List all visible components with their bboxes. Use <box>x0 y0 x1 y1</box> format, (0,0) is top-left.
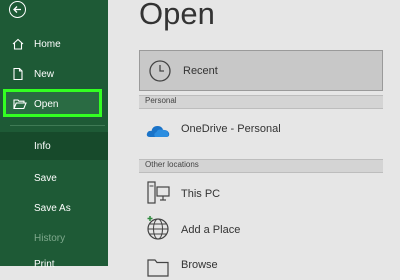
new-document-icon <box>13 67 23 81</box>
location-browse[interactable]: Browse <box>139 250 383 280</box>
sidebar-item-home[interactable]: Home <box>0 32 108 56</box>
sidebar-item-open[interactable]: Open <box>3 89 102 117</box>
sidebar-item-history[interactable]: History <box>0 226 108 250</box>
section-header-label: Personal <box>145 96 177 105</box>
sidebar-item-label: Print <box>34 258 55 270</box>
section-header-personal: Personal <box>139 95 383 109</box>
location-label: Browse <box>181 259 218 271</box>
section-header-other-locations: Other locations <box>139 159 383 173</box>
sidebar-item-label: Open <box>34 99 59 110</box>
folder-open-icon <box>13 99 27 110</box>
sidebar-item-info[interactable]: Info <box>0 134 108 158</box>
back-arrow-icon[interactable] <box>9 1 26 18</box>
onedrive-cloud-icon <box>146 126 170 137</box>
sidebar-item-label: Save <box>34 172 57 184</box>
location-this-pc[interactable]: This PC <box>139 179 383 209</box>
sidebar-item-save-as[interactable]: Save As <box>0 196 108 220</box>
location-label: Recent <box>183 65 218 77</box>
computer-icon <box>147 181 170 204</box>
page-title: Open <box>139 0 215 31</box>
sidebar-item-new[interactable]: New <box>0 62 108 86</box>
sidebar-item-label: New <box>34 68 55 80</box>
location-label: Add a Place <box>181 224 241 236</box>
location-add-place[interactable]: Add a Place <box>139 215 383 245</box>
location-recent[interactable]: Recent <box>139 50 383 91</box>
open-panel: Open Recent Personal OneDrive - Personal… <box>108 0 400 277</box>
sidebar-item-label: Home <box>34 38 61 50</box>
folder-icon <box>147 259 169 277</box>
location-label: This PC <box>181 188 221 200</box>
sidebar-item-label: Info <box>34 140 51 152</box>
sidebar-item-print[interactable]: Print <box>0 252 108 276</box>
clock-icon <box>149 60 171 82</box>
sidebar-item-save[interactable]: Save <box>0 166 108 190</box>
sidebar-item-label: Save As <box>34 202 71 214</box>
sidebar-item-label: History <box>34 232 66 244</box>
section-header-label: Other locations <box>145 160 199 169</box>
globe-add-icon <box>147 216 169 240</box>
location-label: OneDrive - Personal <box>181 123 281 135</box>
sidebar-divider <box>10 125 105 126</box>
backstage-sidebar: Home New Open Info Save Save As History … <box>0 0 108 270</box>
location-onedrive[interactable]: OneDrive - Personal <box>139 114 383 144</box>
home-icon <box>12 38 24 50</box>
